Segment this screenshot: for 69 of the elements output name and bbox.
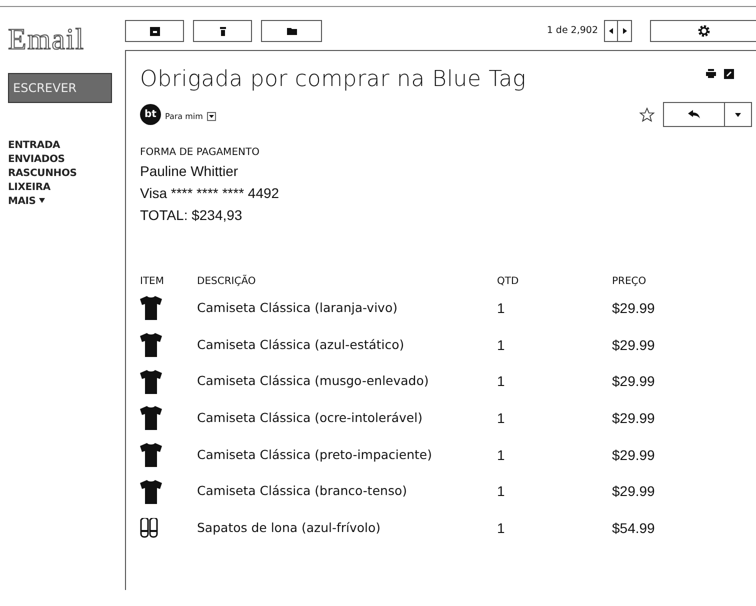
item-quantity: 1 bbox=[497, 482, 506, 502]
caret-icon bbox=[735, 112, 741, 116]
shirt-icon bbox=[140, 296, 162, 320]
star-icon[interactable] bbox=[639, 106, 655, 122]
item-price: $29.99 bbox=[612, 372, 655, 392]
settings-button[interactable] bbox=[650, 20, 756, 42]
shoes-icon bbox=[140, 518, 158, 538]
email-subject: Obrigada por comprar na Blue Tag bbox=[140, 66, 526, 94]
recipient-label: Para mim bbox=[165, 110, 203, 122]
shirt-icon bbox=[140, 406, 162, 430]
folder-link[interactable]: RASCUNHOS bbox=[8, 167, 125, 181]
item-description: Camiseta Clássica (azul-estático) bbox=[197, 336, 406, 354]
previous-button[interactable] bbox=[604, 20, 618, 42]
more-button[interactable] bbox=[725, 102, 752, 127]
card-number: Visa **** **** **** 4492 bbox=[140, 184, 280, 203]
archive-icon bbox=[150, 26, 160, 36]
item-quantity: 1 bbox=[497, 372, 506, 392]
column-header: ITEM bbox=[140, 274, 166, 288]
trash-icon bbox=[220, 26, 226, 36]
item-price: $54.99 bbox=[612, 518, 655, 538]
new-window-icon[interactable] bbox=[724, 69, 734, 79]
item-description: Camiseta Clássica (ocre-intolerável) bbox=[197, 409, 424, 428]
caret-icon bbox=[38, 198, 45, 203]
column-header: PREÇO bbox=[612, 274, 646, 288]
shirt-icon bbox=[140, 443, 162, 468]
next-button[interactable] bbox=[618, 20, 632, 42]
folder-link[interactable]: ENVIADOS bbox=[8, 153, 125, 167]
page-counter: 1 de 2,902 bbox=[546, 24, 598, 38]
column-header: QTD bbox=[497, 274, 520, 288]
item-description: Camiseta Clássica (branco-tenso) bbox=[197, 482, 408, 500]
item-quantity: 1 bbox=[497, 446, 506, 465]
shirt-icon bbox=[140, 370, 162, 394]
item-description: Camiseta Clássica (musgo-enlevado) bbox=[197, 372, 430, 390]
item-quantity: 1 bbox=[497, 408, 506, 428]
item-description: Sapatos de lona (azul-frívolo) bbox=[197, 519, 382, 538]
sender-avatar: bt bbox=[140, 104, 161, 125]
item-description: Camiseta Clássica (preto-impaciente) bbox=[197, 446, 433, 464]
compose-button[interactable]: ESCREVER bbox=[8, 73, 112, 103]
shirt-icon bbox=[140, 333, 162, 358]
archive-button[interactable] bbox=[125, 20, 184, 42]
column-header: DESCRIÇÃO bbox=[197, 274, 257, 288]
item-quantity: 1 bbox=[497, 336, 506, 355]
item-price: $29.99 bbox=[612, 298, 655, 318]
more-menu-link[interactable]: MAIS bbox=[8, 195, 125, 209]
move-button[interactable] bbox=[261, 20, 322, 42]
item-quantity: 1 bbox=[497, 298, 506, 318]
caret-icon bbox=[208, 115, 214, 118]
settings-icon bbox=[698, 25, 710, 37]
logo: Email bbox=[8, 25, 86, 55]
item-quantity: 1 bbox=[497, 518, 506, 538]
delete-button[interactable] bbox=[193, 20, 252, 42]
item-price: $29.99 bbox=[612, 446, 655, 465]
item-description: Camiseta Clássica (laranja-vivo) bbox=[197, 298, 398, 317]
customer-name: Pauline Whittier bbox=[140, 162, 240, 181]
folder-link[interactable]: LIXEIRA bbox=[8, 181, 125, 195]
print-icon[interactable] bbox=[706, 69, 716, 78]
shirt-icon bbox=[140, 480, 162, 504]
details-dropdown[interactable] bbox=[206, 112, 216, 121]
item-price: $29.99 bbox=[612, 336, 655, 355]
payment-heading: FORMA DE PAGAMENTO bbox=[140, 146, 260, 160]
reply-icon bbox=[688, 110, 700, 119]
left-arrow-icon bbox=[609, 28, 613, 34]
order-total: TOTAL: $234,93 bbox=[140, 206, 244, 225]
folder-icon bbox=[286, 28, 296, 34]
reply-button[interactable] bbox=[663, 102, 725, 127]
right-arrow-icon bbox=[622, 28, 626, 34]
folder-link[interactable]: ENTRADA bbox=[8, 139, 125, 153]
item-price: $29.99 bbox=[612, 408, 655, 428]
item-price: $29.99 bbox=[612, 482, 655, 502]
